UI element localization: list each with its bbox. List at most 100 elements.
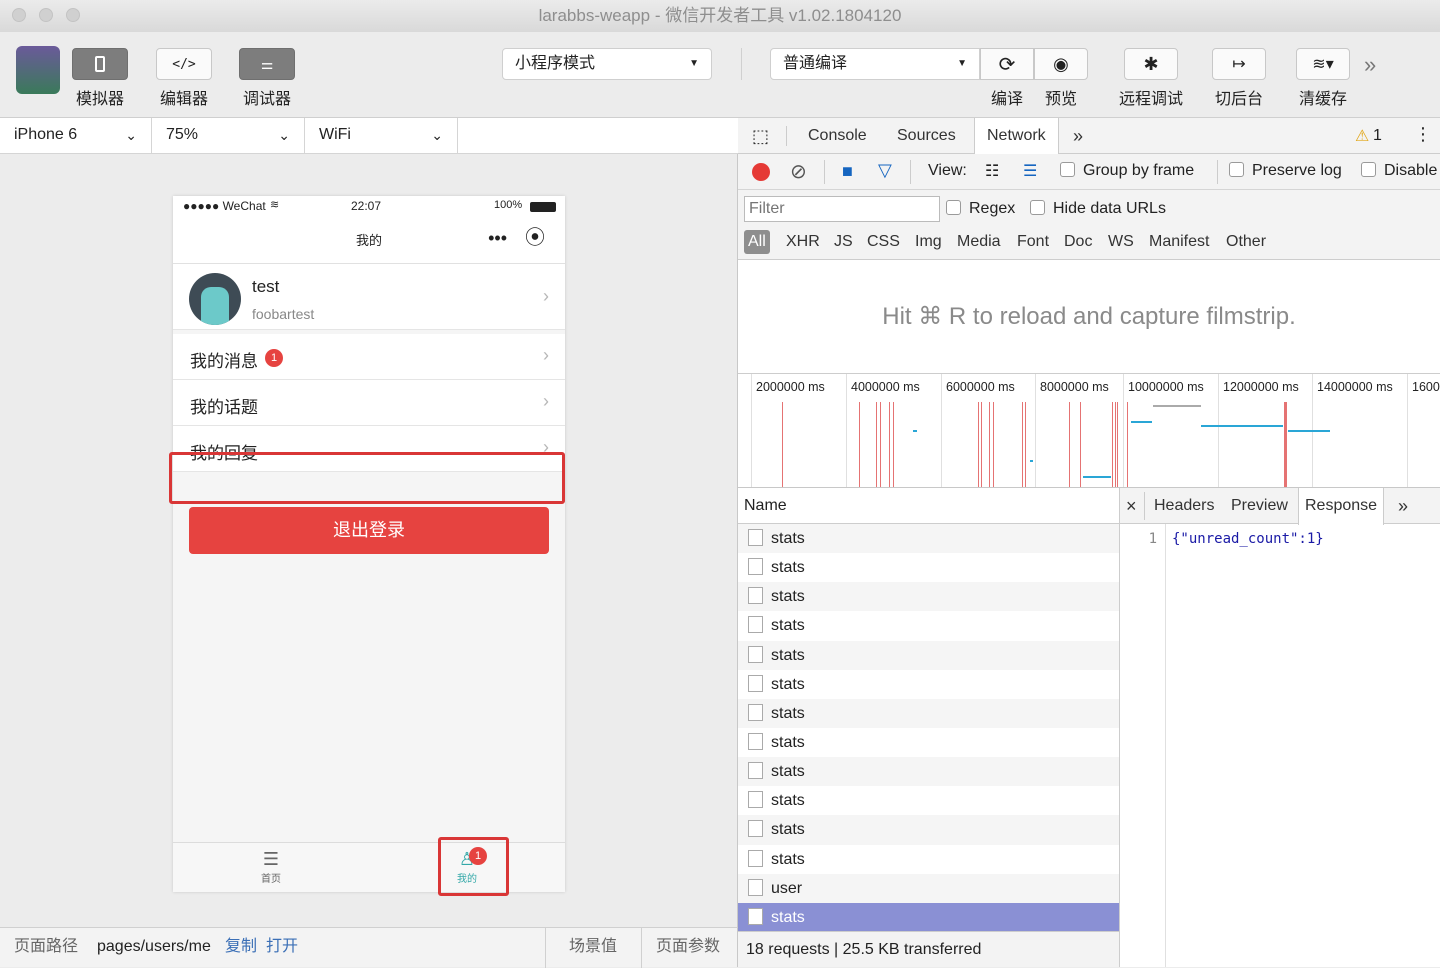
more-dots-icon[interactable]: •••	[488, 228, 507, 248]
type-filter-js[interactable]: JS	[834, 230, 853, 254]
checkbox-box	[1229, 162, 1244, 177]
close-window-button[interactable]	[12, 8, 26, 22]
user-avatar-icon[interactable]	[16, 46, 60, 94]
table-row-selected[interactable]: stats	[738, 902, 1120, 932]
preview-button[interactable]: ◉	[1034, 48, 1088, 80]
type-filter-manifest[interactable]: Manifest	[1149, 230, 1209, 254]
zoom-window-button[interactable]	[66, 8, 80, 22]
filter-input[interactable]	[744, 196, 940, 222]
timeline-request-bar	[1083, 476, 1111, 478]
response-viewer[interactable]: 1 {"unread_count":1}	[1120, 524, 1440, 967]
table-row[interactable]: stats	[738, 640, 1120, 670]
annotation-highlight-box	[169, 452, 565, 504]
type-filter-img[interactable]: Img	[915, 230, 942, 254]
divider	[545, 928, 546, 968]
table-row[interactable]: stats	[738, 757, 1120, 787]
simulator-button[interactable]	[72, 48, 128, 80]
table-row[interactable]: stats	[738, 553, 1120, 583]
more-tools-chevron-icon[interactable]: »	[1364, 52, 1376, 78]
open-link[interactable]: 打开	[266, 928, 298, 966]
scene-value-button[interactable]: 场景值	[569, 928, 617, 966]
menu-item-topics[interactable]: 我的话题 ›	[173, 380, 565, 426]
table-row[interactable]: stats	[738, 727, 1120, 758]
name-column-header[interactable]: Name	[738, 488, 1120, 524]
network-value: WiFi	[319, 126, 351, 143]
table-row[interactable]: stats	[738, 698, 1120, 728]
group-by-frame-checkbox[interactable]: Group by frame	[1060, 162, 1194, 180]
minimize-window-button[interactable]	[39, 8, 53, 22]
type-filter-xhr[interactable]: XHR	[786, 230, 820, 254]
device-model-select[interactable]: iPhone 6 ⌄	[0, 118, 152, 154]
menu-item-messages[interactable]: 我的消息 1 ›	[173, 334, 565, 380]
type-filter-media[interactable]: Media	[957, 230, 1001, 254]
dropdown-arrow-icon: ▼	[689, 58, 699, 69]
filter-icon[interactable]: ▽	[878, 160, 892, 181]
record-icon[interactable]	[752, 163, 770, 181]
close-target-icon[interactable]: ⦿	[525, 228, 545, 248]
user-profile-cell[interactable]: test foobartest ›	[173, 264, 565, 330]
video-camera-icon[interactable]: ■	[842, 161, 853, 182]
request-name: stats	[771, 588, 805, 606]
type-filter-all[interactable]: All	[744, 230, 770, 254]
toolbar-divider	[741, 48, 742, 80]
logout-button[interactable]: 退出登录	[189, 507, 549, 554]
timeline-request-bar	[1288, 430, 1330, 432]
request-summary: 18 requests | 25.5 KB transferred	[738, 931, 1120, 967]
more-tabs-chevron-icon[interactable]: »	[1398, 488, 1408, 524]
copy-link[interactable]: 复制	[225, 928, 257, 966]
type-filter-ws[interactable]: WS	[1108, 230, 1134, 254]
disable-cache-checkbox[interactable]: Disable	[1361, 162, 1437, 180]
more-tabs-chevron-icon[interactable]: »	[1073, 118, 1083, 154]
tab-response[interactable]: Response	[1298, 488, 1385, 525]
type-filter-doc[interactable]: Doc	[1064, 230, 1092, 254]
tab-home[interactable]: ☰ 首页	[173, 843, 369, 893]
table-row[interactable]: stats	[738, 844, 1120, 874]
warning-count[interactable]: 1	[1373, 127, 1382, 145]
divider	[641, 928, 642, 968]
list-view-icon[interactable]: ☷	[985, 161, 999, 181]
chevron-down-icon: ⌄	[278, 127, 290, 143]
debugger-button[interactable]: ⚌	[239, 48, 295, 80]
type-filter-other[interactable]: Other	[1226, 230, 1266, 254]
network-select[interactable]: WiFi ⌄	[305, 118, 458, 154]
inspect-element-icon[interactable]: ⬚	[752, 126, 769, 147]
request-name: stats	[771, 850, 805, 868]
regex-checkbox[interactable]: Regex	[946, 200, 1015, 218]
type-filter-font[interactable]: Font	[1017, 230, 1049, 254]
hide-data-urls-checkbox[interactable]: Hide data URLs	[1030, 200, 1166, 218]
page-params-button[interactable]: 页面参数	[656, 928, 720, 966]
table-row[interactable]: stats	[738, 669, 1120, 699]
tab-headers[interactable]: Headers	[1154, 488, 1214, 524]
zoom-select[interactable]: 75% ⌄	[152, 118, 305, 154]
tab-sources[interactable]: Sources	[897, 118, 956, 154]
tab-network[interactable]: Network	[974, 118, 1059, 155]
timeline-tick: 2000000 ms	[751, 374, 825, 487]
timeline-request-marker	[1080, 402, 1081, 487]
table-row[interactable]: stats	[738, 611, 1120, 641]
kebab-menu-icon[interactable]: ⋮	[1414, 124, 1432, 145]
clear-cache-button[interactable]: ≋▾	[1296, 48, 1350, 80]
table-row[interactable]: stats	[738, 582, 1120, 612]
tab-console[interactable]: Console	[808, 118, 867, 154]
type-filter-css[interactable]: CSS	[867, 230, 900, 254]
table-row[interactable]: stats	[738, 524, 1120, 554]
background-button[interactable]: ↦	[1212, 48, 1266, 80]
preserve-log-checkbox[interactable]: Preserve log	[1229, 162, 1342, 180]
chevron-right-icon: ›	[543, 391, 549, 411]
warning-icon[interactable]: ⚠	[1355, 126, 1369, 146]
compile-button[interactable]: ⟳	[980, 48, 1034, 80]
waterfall-view-icon[interactable]: ☰	[1023, 161, 1037, 181]
mode-select[interactable]: 小程序模式 ▼	[502, 48, 712, 80]
tab-preview[interactable]: Preview	[1231, 488, 1288, 524]
compile-select[interactable]: 普通编译 ▼	[770, 48, 980, 80]
network-overview-timeline[interactable]: 2000000 ms 4000000 ms 6000000 ms 8000000…	[738, 374, 1440, 488]
remote-debug-button[interactable]: ✱	[1124, 48, 1178, 80]
timeline-request-marker	[993, 402, 994, 487]
close-detail-icon[interactable]: ×	[1126, 488, 1137, 524]
table-row[interactable]: user	[738, 873, 1120, 903]
table-row[interactable]: stats	[738, 815, 1120, 845]
clear-icon[interactable]: ⊘	[790, 159, 807, 184]
timeline-request-marker	[893, 402, 894, 487]
table-row[interactable]: stats	[738, 786, 1120, 816]
editor-button[interactable]: </>	[156, 48, 212, 80]
